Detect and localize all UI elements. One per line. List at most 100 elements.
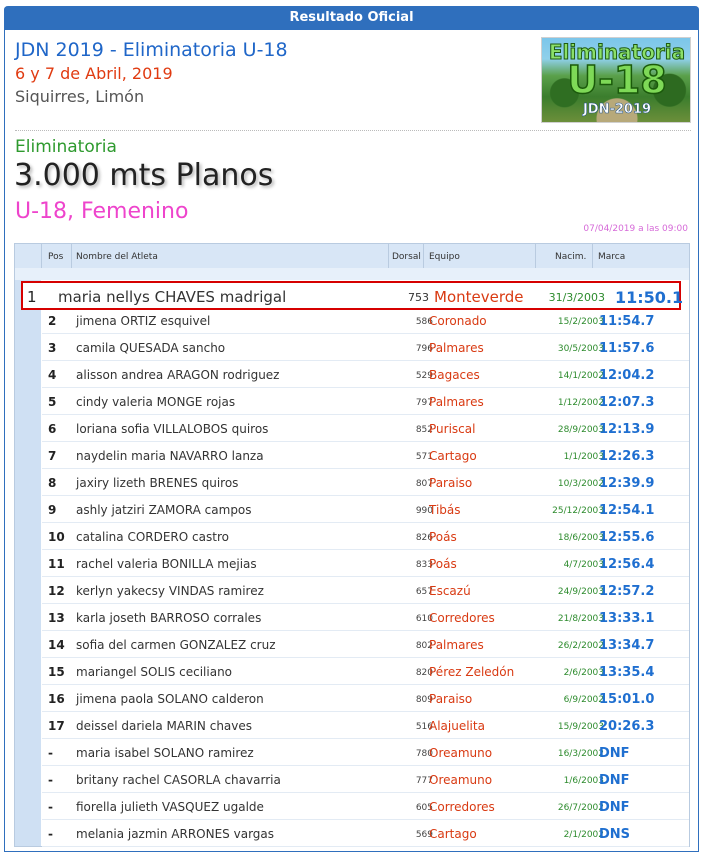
event-logo: Eliminatoria U-18 JDN-2019	[541, 37, 691, 123]
row-bib: 802	[415, 641, 433, 651]
table-row: 17 deissel dariela MARIN chaves 516 Alajuel…	[42, 712, 689, 739]
table-row: - melania jazmin ARRONES vargas 569 Cartago…	[42, 820, 689, 847]
row-mark: 12:13.9	[599, 422, 655, 437]
row-bib: 990	[415, 506, 433, 516]
row-bib: 605	[415, 803, 433, 813]
row-mark: 13:35.4	[599, 665, 655, 680]
row-athlete-name: cindy valeria MONGE rojas	[76, 395, 236, 409]
row-athlete-name: karla joseth BARROSO corrales	[76, 611, 262, 625]
winner-name: maria nellys CHAVES madrigal	[58, 288, 287, 306]
event-title: JDN 2019 - Eliminatoria U-18	[15, 39, 288, 61]
table-row: 9 ashly jatziri ZAMORA campos 990 Tibás 25/1…	[42, 496, 689, 523]
row-mark: 12:57.2	[599, 584, 655, 599]
column-divider	[388, 244, 389, 268]
row-team: Paraiso	[429, 692, 473, 706]
row-team: Pérez Zeledón	[429, 665, 515, 679]
row-pos: 5	[48, 395, 57, 409]
row-mark: 12:55.6	[599, 530, 655, 545]
row-mark: DNF	[599, 773, 630, 788]
row-pos: 4	[48, 368, 57, 382]
header-name: Nombre del Atleta	[76, 252, 158, 262]
row-team: Palmares	[429, 638, 484, 652]
row-team: Palmares	[429, 395, 484, 409]
row-bib: 820	[415, 668, 433, 678]
row-birthdate: 1/1/2003	[563, 452, 604, 462]
header-team: Equipo	[429, 252, 460, 262]
row-bib: 797	[415, 398, 433, 408]
row-athlete-name: alisson andrea ARAGON rodriguez	[76, 368, 280, 382]
row-birthdate: 1/12/2002	[557, 398, 604, 408]
row-athlete-name: britany rachel CASORLA chavarria	[76, 773, 281, 787]
table-row: 14 sofia del carmen GONZALEZ cruz 802 Palma…	[42, 631, 689, 658]
row-mark: 12:54.1	[599, 503, 655, 518]
header-pos: Pos	[48, 252, 64, 262]
row-bib: 780	[415, 749, 433, 759]
row-bib: 571	[415, 452, 433, 462]
winner-bib: 753	[408, 291, 429, 304]
table-row: 15 mariangel SOLIS ceciliano 820 Pérez Zele…	[42, 658, 689, 685]
row-pos: -	[48, 773, 53, 787]
row-birthdate: 15/9/2003	[557, 722, 604, 732]
row-team: Corredores	[429, 611, 495, 625]
row-birthdate: 2/6/2003	[563, 668, 604, 678]
header-band	[15, 268, 689, 280]
row-team: Cartago	[429, 449, 477, 463]
row-team: Cartago	[429, 827, 477, 841]
winner-dob: 31/3/2003	[548, 291, 605, 304]
row-athlete-name: maria isabel SOLANO ramirez	[76, 746, 254, 760]
table-row: 6 loriana sofia VILLALOBOS quiros 852 Puris…	[42, 415, 689, 442]
table-row: 13 karla joseth BARROSO corrales 610 Corred…	[42, 604, 689, 631]
table-row: - maria isabel SOLANO ramirez 780 Oreamuno 1…	[42, 739, 689, 766]
header-bib: Dorsal	[392, 252, 421, 262]
row-pos: 6	[48, 422, 57, 436]
table-row: 10 catalina CORDERO castro 826 Poás 18/6/200…	[42, 523, 689, 550]
row-team: Puriscal	[429, 422, 476, 436]
row-birthdate: 28/9/2003	[557, 425, 604, 435]
row-bib: 516	[415, 722, 433, 732]
row-bib: 796	[415, 344, 433, 354]
table-row: 5 cindy valeria MONGE rojas 797 Palmares 1/1…	[42, 388, 689, 415]
row-athlete-name: jimena paola SOLANO calderon	[76, 692, 264, 706]
race-discipline: 3.000 mts Planos	[14, 158, 274, 193]
row-athlete-name: jaxiry lizeth BRENES quiros	[76, 476, 239, 490]
row-birthdate: 15/2/2003	[557, 317, 604, 327]
row-pos: 11	[48, 557, 65, 571]
row-birthdate: 16/3/2002	[557, 749, 604, 759]
row-athlete-name: catalina CORDERO castro	[76, 530, 229, 544]
table-row: 16 jimena paola SOLANO calderon 809 Paraiso…	[42, 685, 689, 712]
table-row: 8 jaxiry lizeth BRENES quiros 807 Paraiso 10…	[42, 469, 689, 496]
row-mark: 15:01.0	[599, 692, 655, 707]
row-pos: 3	[48, 341, 57, 355]
row-athlete-name: loriana sofia VILLALOBOS quiros	[76, 422, 269, 436]
row-pos: 7	[48, 449, 57, 463]
divider	[15, 130, 691, 131]
row-birthdate: 4/7/2003	[563, 560, 604, 570]
row-birthdate: 2/1/2002	[563, 830, 604, 840]
row-mark: 12:04.2	[599, 368, 655, 383]
row-birthdate: 25/12/2003	[552, 506, 604, 516]
row-athlete-name: naydelin maria NAVARRO lanza	[76, 449, 264, 463]
table-row: 11 rachel valeria BONILLA mejias 833 Poás 4/…	[42, 550, 689, 577]
row-birthdate: 26/7/2002	[557, 803, 604, 813]
column-divider	[71, 244, 72, 268]
event-location: Siquirres, Limón	[15, 87, 145, 106]
table-row: 4 alisson andrea ARAGON rodriguez 529 Bagac…	[42, 361, 689, 388]
row-team: Tibás	[429, 503, 461, 517]
row-bib: 833	[415, 560, 433, 570]
row-team: Coronado	[429, 314, 487, 328]
row-team: Oreamuno	[429, 773, 493, 787]
row-pos: 13	[48, 611, 65, 625]
row-pos: 12	[48, 584, 65, 598]
row-mark: DNF	[599, 800, 630, 815]
winner-mark: 11:50.1	[615, 288, 684, 307]
row-birthdate: 18/6/2003	[557, 533, 604, 543]
logo-line-3: JDN-2019	[582, 102, 652, 118]
row-pos: 17	[48, 719, 65, 733]
row-pos: 15	[48, 665, 65, 679]
row-bib: 610	[415, 614, 433, 624]
column-divider	[535, 244, 536, 268]
row-mark: 13:34.7	[599, 638, 655, 653]
table-row: 2 jimena ORTIZ esquivel 586 Coronado 15/2/20…	[42, 307, 689, 334]
table-header: Pos Nombre del Atleta Dorsal Equipo Naci…	[15, 244, 689, 268]
row-team: Escazú	[429, 584, 471, 598]
